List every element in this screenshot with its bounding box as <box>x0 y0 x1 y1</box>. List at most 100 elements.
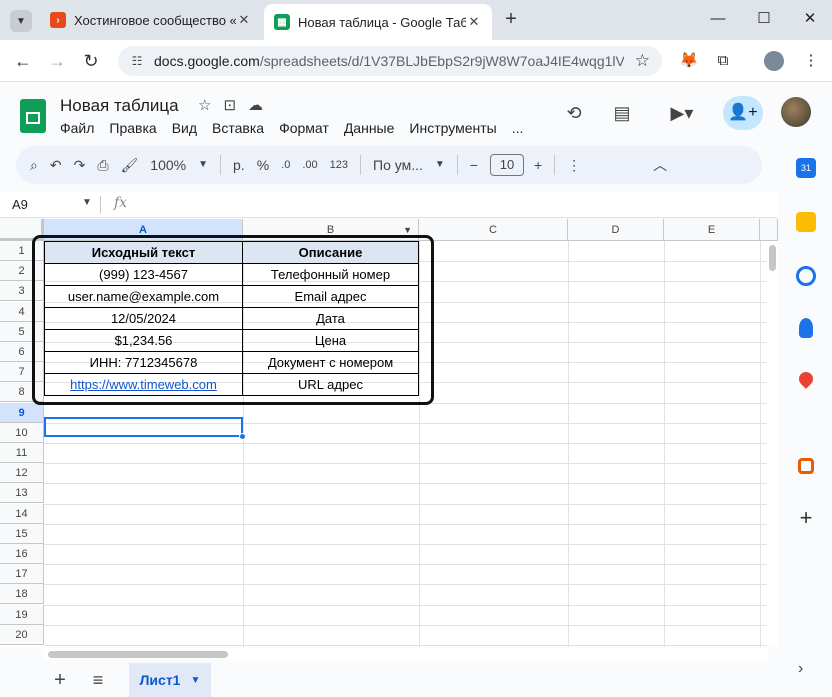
row-header[interactable]: 15 <box>0 523 44 544</box>
row-header[interactable]: 18 <box>0 584 44 605</box>
side-panel-toggle-icon[interactable]: › <box>798 660 803 678</box>
tab-search-button[interactable]: ▼ <box>10 10 32 32</box>
menu-file[interactable]: Файл <box>60 120 94 136</box>
row-header[interactable]: 12 <box>0 463 44 484</box>
sheet-bar <box>0 662 778 697</box>
row-header[interactable]: 9 <box>0 402 44 423</box>
zoom-select[interactable]: 100% <box>150 154 186 176</box>
browser-tab-sheets[interactable]: ▦ Новая таблица - Google Табли ✕ <box>264 4 492 40</box>
column-header-e[interactable]: E <box>664 219 760 241</box>
back-icon[interactable]: ← <box>12 50 34 72</box>
increase-decimal-button[interactable]: .00 <box>302 154 317 176</box>
number-format-button[interactable]: 123 <box>330 154 348 176</box>
row-header[interactable]: 17 <box>0 564 44 585</box>
minimize-icon[interactable]: — <box>706 8 730 30</box>
move-folder-icon[interactable]: ⊡ <box>223 96 236 114</box>
maximize-icon[interactable]: ☐ <box>752 8 776 30</box>
new-tab-icon[interactable]: + <box>500 8 522 30</box>
keep-icon[interactable] <box>796 212 816 232</box>
selected-cell-a9[interactable] <box>44 417 243 437</box>
sheet-tab-list1[interactable]: Лист1 ▼ <box>129 663 211 697</box>
meet-video-icon[interactable]: ▶▾ <box>662 100 702 126</box>
column-header-d[interactable]: D <box>568 219 664 241</box>
column-header-f[interactable] <box>760 219 778 241</box>
row-header[interactable]: 14 <box>0 503 44 524</box>
font-caret-icon[interactable]: ▼ <box>435 154 445 176</box>
collapse-menus-icon[interactable]: ︿ <box>653 154 667 176</box>
gridline-horizontal <box>44 584 768 586</box>
address-bar[interactable]: ☷ docs.google.com/spreadsheets/d/1V37BLJ… <box>118 46 662 76</box>
column-header-c[interactable]: C <box>419 219 568 241</box>
row-header[interactable]: 20 <box>0 624 44 645</box>
currency-format-button[interactable]: р. <box>233 154 245 176</box>
close-tab-icon[interactable]: ✕ <box>466 14 482 30</box>
increase-font-size-icon[interactable]: + <box>534 154 542 176</box>
maps-icon[interactable] <box>796 369 816 389</box>
more-options-icon[interactable]: ⋮ <box>567 154 581 176</box>
gridline-vertical <box>664 241 665 647</box>
menu-insert[interactable]: Вставка <box>212 120 264 136</box>
decrease-font-size-icon[interactable]: − <box>470 154 478 176</box>
row-header[interactable]: 16 <box>0 544 44 564</box>
all-sheets-menu-icon[interactable]: ≡ <box>88 670 108 690</box>
close-tab-icon[interactable]: ✕ <box>236 12 252 28</box>
font-family-select[interactable]: По ум... <box>373 154 423 176</box>
horizontal-scroll-thumb[interactable] <box>48 651 228 658</box>
undo-icon[interactable]: ↶ <box>50 154 62 176</box>
menu-data[interactable]: Данные <box>344 120 395 136</box>
menu-edit[interactable]: Правка <box>109 120 156 136</box>
share-button[interactable]: 👤+ <box>723 96 763 130</box>
row-header[interactable]: 19 <box>0 604 44 625</box>
decrease-decimal-button[interactable]: .0 <box>281 154 290 176</box>
browser-tab-timeweb[interactable]: › Хостинговое сообщество «Tim ✕ <box>40 6 262 34</box>
horizontal-scrollbar[interactable] <box>44 648 768 660</box>
calendar-icon[interactable]: 31 <box>796 158 816 178</box>
office-icon[interactable] <box>798 458 814 474</box>
font-size-input[interactable]: 10 <box>489 154 524 176</box>
vertical-scroll-thumb[interactable] <box>769 245 776 271</box>
name-box-caret-icon[interactable]: ▼ <box>82 197 92 208</box>
row-header[interactable]: 11 <box>0 443 44 463</box>
spreadsheet-grid[interactable]: A B ▼ C D E 1 2 3 4 5 6 7 8 9 10 11 12 13 14 15 16 17 18 19… <box>0 219 778 647</box>
reload-icon[interactable]: ↻ <box>80 50 102 72</box>
star-icon[interactable]: ☆ <box>198 96 211 114</box>
sheet-tab-caret-icon[interactable]: ▼ <box>190 675 200 686</box>
menu-more[interactable]: ... <box>512 120 524 136</box>
row-header[interactable]: 10 <box>0 422 44 443</box>
menu-tools[interactable]: Инструменты <box>409 120 496 136</box>
name-box[interactable]: A9 <box>12 197 28 212</box>
site-info-icon[interactable]: ☷ <box>128 52 146 70</box>
toolbar-divider <box>554 155 556 175</box>
menu-view[interactable]: Вид <box>172 120 197 136</box>
metamask-extension-icon[interactable]: 🦊 <box>678 50 700 72</box>
url-text: docs.google.com/spreadsheets/d/1V37BLJbE… <box>154 53 624 69</box>
account-avatar[interactable] <box>781 97 811 127</box>
redo-icon[interactable]: ↷ <box>74 154 86 176</box>
sheets-logo-icon[interactable] <box>20 99 46 133</box>
menu-format[interactable]: Формат <box>279 120 329 136</box>
fx-icon: fx <box>114 195 128 211</box>
row-header[interactable]: 13 <box>0 483 44 504</box>
fill-handle[interactable] <box>239 433 246 440</box>
add-sheet-icon[interactable]: + <box>50 670 70 690</box>
percent-format-button[interactable]: % <box>257 154 269 176</box>
zoom-caret-icon[interactable]: ▼ <box>198 154 208 176</box>
forward-icon[interactable]: → <box>46 50 68 72</box>
contacts-icon[interactable] <box>799 318 813 338</box>
cloud-saved-icon[interactable]: ☁ <box>248 96 263 114</box>
extensions-puzzle-icon[interactable]: ⧉ <box>712 50 734 72</box>
close-window-icon[interactable]: ✕ <box>798 8 822 30</box>
comments-icon[interactable]: ▤ <box>609 100 635 126</box>
version-history-icon[interactable]: ⟲ <box>561 100 587 126</box>
browser-menu-icon[interactable]: ⋮ <box>800 50 822 72</box>
search-menus-icon[interactable]: ⌕ <box>30 154 38 176</box>
gridline-horizontal <box>44 645 768 646</box>
add-icon[interactable]: + <box>796 507 816 529</box>
document-title[interactable]: Новая таблица <box>60 96 179 116</box>
vertical-scrollbar[interactable] <box>767 241 778 647</box>
tasks-icon[interactable] <box>796 266 816 286</box>
profile-avatar-icon[interactable] <box>764 51 784 71</box>
paint-format-icon[interactable]: 🖌 <box>121 154 139 176</box>
bookmark-star-icon[interactable]: ☆ <box>635 51 650 71</box>
print-icon[interactable]: ⎙ <box>97 154 108 176</box>
